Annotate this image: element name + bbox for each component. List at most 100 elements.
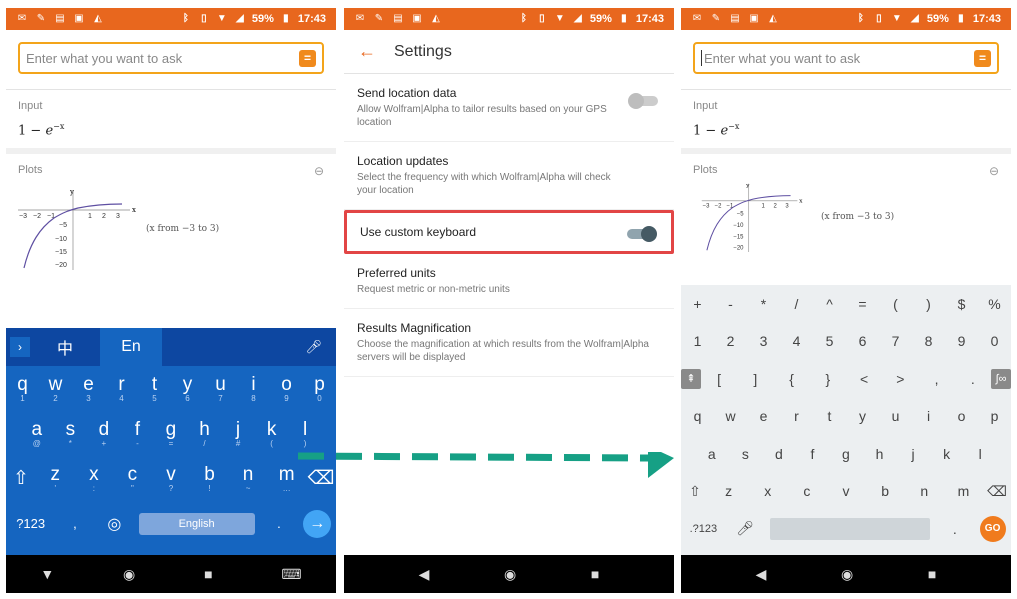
math-key[interactable]: d	[765, 446, 793, 462]
math-key[interactable]: k	[933, 446, 961, 462]
math-key[interactable]: b	[871, 483, 899, 499]
math-key[interactable]: f	[798, 446, 826, 462]
math-key[interactable]: 8	[915, 333, 943, 349]
math-key[interactable]: {	[778, 371, 806, 387]
key-u[interactable]: u7	[206, 374, 236, 403]
key-h[interactable]: h /	[190, 419, 220, 448]
lang-english-key[interactable]: En	[100, 328, 162, 366]
key-k[interactable]: k(	[257, 419, 287, 448]
key-e[interactable]: e3	[74, 374, 104, 403]
math-key[interactable]: 5	[816, 333, 844, 349]
math-key[interactable]: s	[731, 446, 759, 462]
key-r[interactable]: r4	[107, 374, 137, 403]
math-key[interactable]: h	[866, 446, 894, 462]
key-a[interactable]: a @	[22, 419, 52, 448]
math-key[interactable]: q	[684, 408, 712, 424]
setting-preferred-units[interactable]: Preferred units Request metric or non-me…	[344, 254, 674, 309]
recents-nav-icon[interactable]: ■	[591, 566, 599, 582]
key-j[interactable]: j #	[223, 419, 253, 448]
integral-key[interactable]: ∫∞	[991, 368, 1011, 389]
math-key[interactable]: y	[849, 408, 877, 424]
mic-icon[interactable]: 🎤︎	[731, 520, 759, 537]
math-key[interactable]: /	[783, 296, 811, 312]
math-key[interactable]: 4	[783, 333, 811, 349]
go-button[interactable]: GO	[979, 515, 1006, 542]
setting-results-magnification[interactable]: Results Magnification Choose the magnifi…	[344, 309, 674, 377]
math-key[interactable]: -	[717, 296, 745, 312]
mic-icon[interactable]: 🎤︎	[305, 339, 322, 355]
math-key[interactable]: %	[981, 296, 1009, 312]
key-y[interactable]: y6	[173, 374, 203, 403]
math-key[interactable]: [	[705, 371, 733, 387]
math-key[interactable]: v	[832, 483, 860, 499]
math-key[interactable]: z	[715, 483, 743, 499]
math-key[interactable]: <	[850, 371, 878, 387]
home-nav-icon[interactable]: ◉	[123, 566, 135, 583]
shift-key[interactable]: ⇧	[6, 467, 36, 490]
symbols-key[interactable]: .?123	[686, 523, 720, 535]
key-q[interactable]: q1	[8, 374, 38, 403]
key-f[interactable]: f-	[122, 419, 152, 448]
back-arrow-icon[interactable]: ←	[358, 41, 376, 62]
shift-key[interactable]: ⇧	[681, 483, 709, 500]
math-key[interactable]: ,	[923, 371, 951, 387]
backspace-key[interactable]: ⌫	[983, 483, 1011, 500]
math-key[interactable]: =	[849, 296, 877, 312]
comma-key[interactable]: ,	[60, 516, 90, 531]
chevron-right-icon[interactable]: ›	[10, 337, 30, 357]
lang-chinese-key[interactable]: 中	[30, 335, 100, 359]
period-key[interactable]: .	[941, 521, 969, 537]
plot-graph[interactable]: y x −3 −2 −1 1 2 3 −5 −10 −15 −20	[18, 188, 138, 271]
math-key[interactable]: ]	[741, 371, 769, 387]
math-key[interactable]: 9	[948, 333, 976, 349]
plot-graph[interactable]: y x −3 −2 −1 1 2 3 −5 −10 −15 −20	[693, 182, 813, 253]
math-key[interactable]: }	[814, 371, 842, 387]
math-key[interactable]: w	[717, 408, 745, 424]
math-key[interactable]: (	[882, 296, 910, 312]
key-g[interactable]: g =	[156, 419, 186, 448]
equals-icon[interactable]: =	[974, 49, 991, 67]
search-input[interactable]: Enter what you want to ask =	[18, 42, 324, 74]
math-key[interactable]: 6	[849, 333, 877, 349]
key-w[interactable]: w2	[41, 374, 71, 403]
key-z[interactable]: z '	[40, 464, 70, 493]
recents-nav-icon[interactable]: ■	[928, 566, 936, 582]
math-key[interactable]: 2	[717, 333, 745, 349]
math-key[interactable]: 7	[882, 333, 910, 349]
period-key[interactable]: .	[264, 516, 294, 531]
equals-icon[interactable]: =	[299, 49, 316, 67]
key-v[interactable]: v?	[156, 464, 186, 493]
math-key[interactable]: $	[948, 296, 976, 312]
send-location-toggle[interactable]	[628, 93, 658, 109]
link-icon[interactable]: ⊖	[989, 164, 999, 178]
key-o[interactable]: o9	[272, 374, 302, 403]
search-input[interactable]: Enter what you want to ask =	[693, 42, 999, 74]
math-key[interactable]: m	[949, 483, 977, 499]
key-i[interactable]: i8	[239, 374, 269, 403]
collapse-keyboard-icon[interactable]: ⇞	[681, 368, 701, 389]
math-key[interactable]: *	[750, 296, 778, 312]
math-key[interactable]: i	[915, 408, 943, 424]
math-key[interactable]: e	[750, 408, 778, 424]
math-key[interactable]: u	[882, 408, 910, 424]
globe-icon[interactable]: ◎	[99, 514, 129, 534]
math-key[interactable]: o	[948, 408, 976, 424]
key-t[interactable]: t5	[140, 374, 170, 403]
custom-keyboard-toggle[interactable]	[627, 226, 657, 242]
home-nav-icon[interactable]: ◉	[504, 566, 516, 583]
math-key[interactable]: x	[754, 483, 782, 499]
recents-nav-icon[interactable]: ■	[204, 566, 212, 582]
math-key[interactable]: .	[959, 371, 987, 387]
math-key[interactable]: g	[832, 446, 860, 462]
math-key[interactable]: c	[793, 483, 821, 499]
back-nav-icon[interactable]: ◀	[419, 566, 430, 583]
key-p[interactable]: p0	[305, 374, 335, 403]
home-nav-icon[interactable]: ◉	[841, 566, 853, 583]
keyboard-nav-icon[interactable]: ⌨	[281, 566, 301, 583]
key-n[interactable]: n ~	[233, 464, 263, 493]
setting-custom-keyboard[interactable]: Use custom keyboard	[344, 210, 674, 254]
key-d[interactable]: d +	[89, 419, 119, 448]
key-l[interactable]: l)	[290, 419, 320, 448]
key-b[interactable]: b!	[195, 464, 225, 493]
math-key[interactable]: a	[698, 446, 726, 462]
